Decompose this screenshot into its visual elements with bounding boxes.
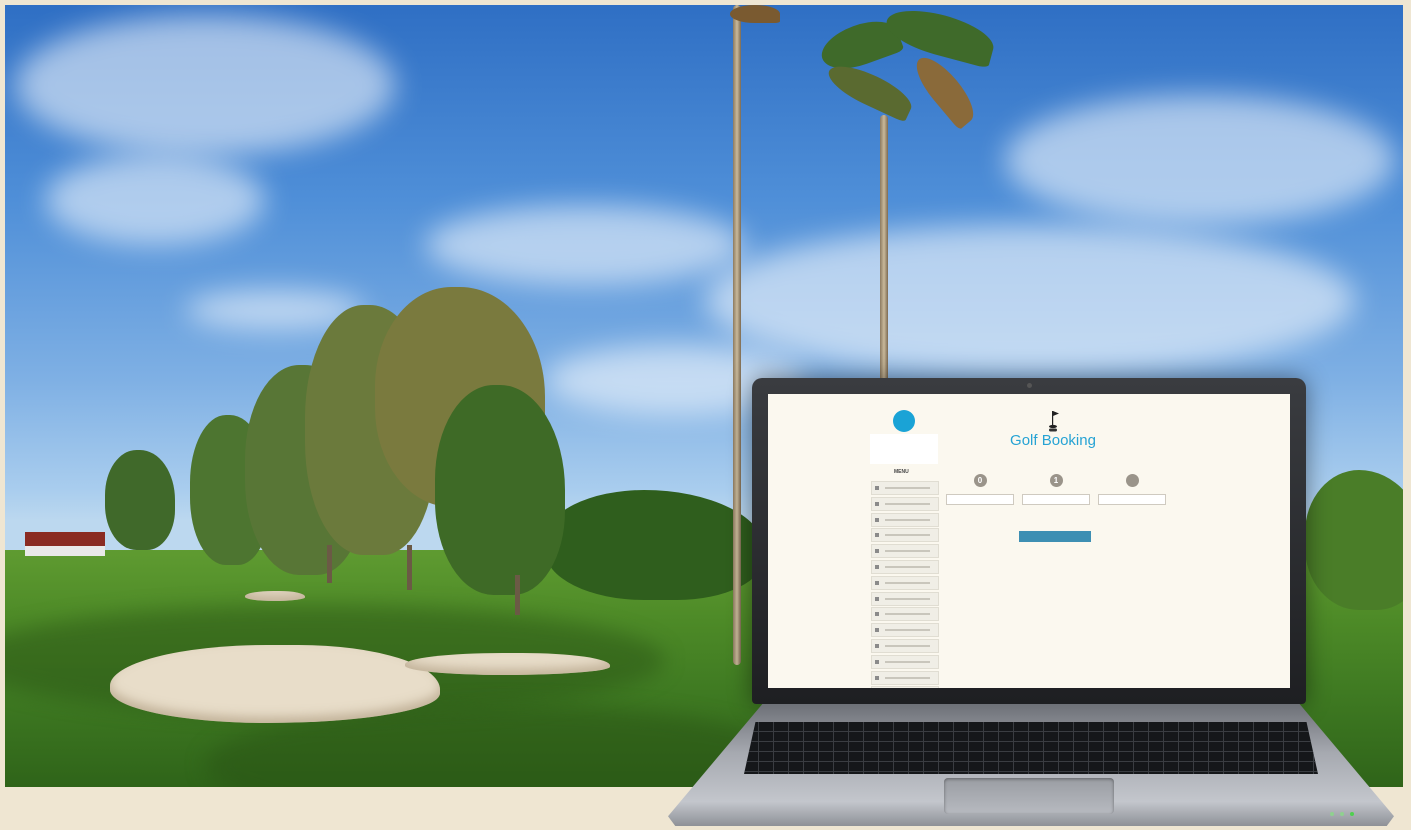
sidebar-item[interactable] <box>871 512 939 527</box>
step-field[interactable] <box>946 494 1014 505</box>
sidebar-item-label <box>885 660 930 663</box>
sand-bunker <box>245 591 305 601</box>
sidebar-item-label <box>885 676 930 679</box>
status-led-icon <box>1340 812 1344 816</box>
sidebar-item[interactable] <box>871 575 939 590</box>
step-field[interactable] <box>1098 494 1166 505</box>
menu-item-icon <box>875 486 879 490</box>
sidebar-item-label <box>885 534 930 537</box>
palm-frond <box>730 5 780 23</box>
cloud <box>705 225 1355 375</box>
sidebar-item-label <box>885 644 930 647</box>
tree-trunk <box>407 545 412 590</box>
step-number: 1 <box>1049 474 1063 487</box>
sidebar-item[interactable] <box>871 481 939 495</box>
treeline <box>545 490 765 600</box>
cloud <box>1005 95 1395 225</box>
step-select-date[interactable]: 0 <box>946 474 1014 505</box>
page-title: Golf Booking <box>1010 432 1096 449</box>
menu-item-icon <box>875 580 879 585</box>
tree-trunk <box>515 575 520 615</box>
cloud <box>15 15 395 155</box>
tree <box>435 385 565 595</box>
sidebar-item-label <box>885 581 930 584</box>
cloud <box>45 155 265 245</box>
sidebar-item-label <box>885 565 930 568</box>
menu-item-icon <box>875 549 879 554</box>
status-led-icon <box>1350 812 1354 816</box>
status-led-icon <box>1330 812 1334 816</box>
webcam-icon <box>1027 383 1032 388</box>
sidebar-menu <box>871 481 939 688</box>
tree <box>105 450 175 550</box>
step-label <box>1098 488 1166 492</box>
sidebar-item-label <box>885 629 930 632</box>
sidebar-item[interactable] <box>871 686 939 688</box>
sidebar-item[interactable] <box>871 559 939 574</box>
menu-item-icon <box>875 675 879 680</box>
step-label <box>1022 488 1090 492</box>
flag-icon <box>1049 411 1059 432</box>
sidebar-item[interactable] <box>871 607 939 622</box>
sidebar-item[interactable] <box>871 528 939 543</box>
palm-frond <box>881 5 999 69</box>
sidebar-item[interactable] <box>871 623 939 638</box>
keyboard <box>744 722 1318 774</box>
clubhouse <box>25 532 105 556</box>
menu-item-icon <box>875 596 879 601</box>
sidebar-item-label <box>885 518 930 521</box>
menu-item-icon <box>875 659 879 664</box>
sidebar-item-label <box>885 597 930 600</box>
step-select-players[interactable]: 1 <box>1022 474 1090 505</box>
menu-item-icon <box>875 533 879 538</box>
step-select-time[interactable] <box>1098 474 1166 505</box>
touchpad <box>944 778 1114 814</box>
step-number <box>1125 474 1139 487</box>
menu-item-icon <box>875 517 879 522</box>
step-number: 0 <box>973 474 987 487</box>
palm-trunk <box>733 5 741 665</box>
sidebar-item-label <box>885 613 930 616</box>
cloud <box>425 205 745 285</box>
sidebar-item-label <box>885 487 930 489</box>
sidebar-item-label <box>885 550 930 553</box>
check-availability-button[interactable] <box>1019 531 1091 542</box>
menu-item-icon <box>875 564 879 569</box>
menu-item-icon <box>875 628 879 633</box>
sand-bunker <box>110 645 440 723</box>
palm-trunk <box>880 115 888 385</box>
sand-bunker <box>405 653 610 675</box>
laptop-screen: MENU Golf Booking 0 1 <box>768 394 1290 688</box>
sidebar-item-label <box>885 502 930 505</box>
palm-frond <box>822 57 918 123</box>
logo-area <box>870 434 938 464</box>
menu-label: MENU <box>894 469 909 475</box>
sidebar-item[interactable] <box>871 496 939 511</box>
sidebar-item[interactable] <box>871 591 939 606</box>
menu-item-icon <box>875 501 879 506</box>
logo-badge-icon[interactable] <box>893 410 915 432</box>
sidebar-item[interactable] <box>871 670 939 685</box>
sidebar-item[interactable] <box>871 544 939 559</box>
treeline <box>1305 470 1403 610</box>
menu-item-icon <box>875 643 879 648</box>
sidebar-item[interactable] <box>871 654 939 669</box>
sidebar-item[interactable] <box>871 638 939 653</box>
step-field[interactable] <box>1022 494 1090 505</box>
menu-item-icon <box>875 612 879 617</box>
step-label <box>946 488 1014 492</box>
tree-trunk <box>327 545 332 583</box>
